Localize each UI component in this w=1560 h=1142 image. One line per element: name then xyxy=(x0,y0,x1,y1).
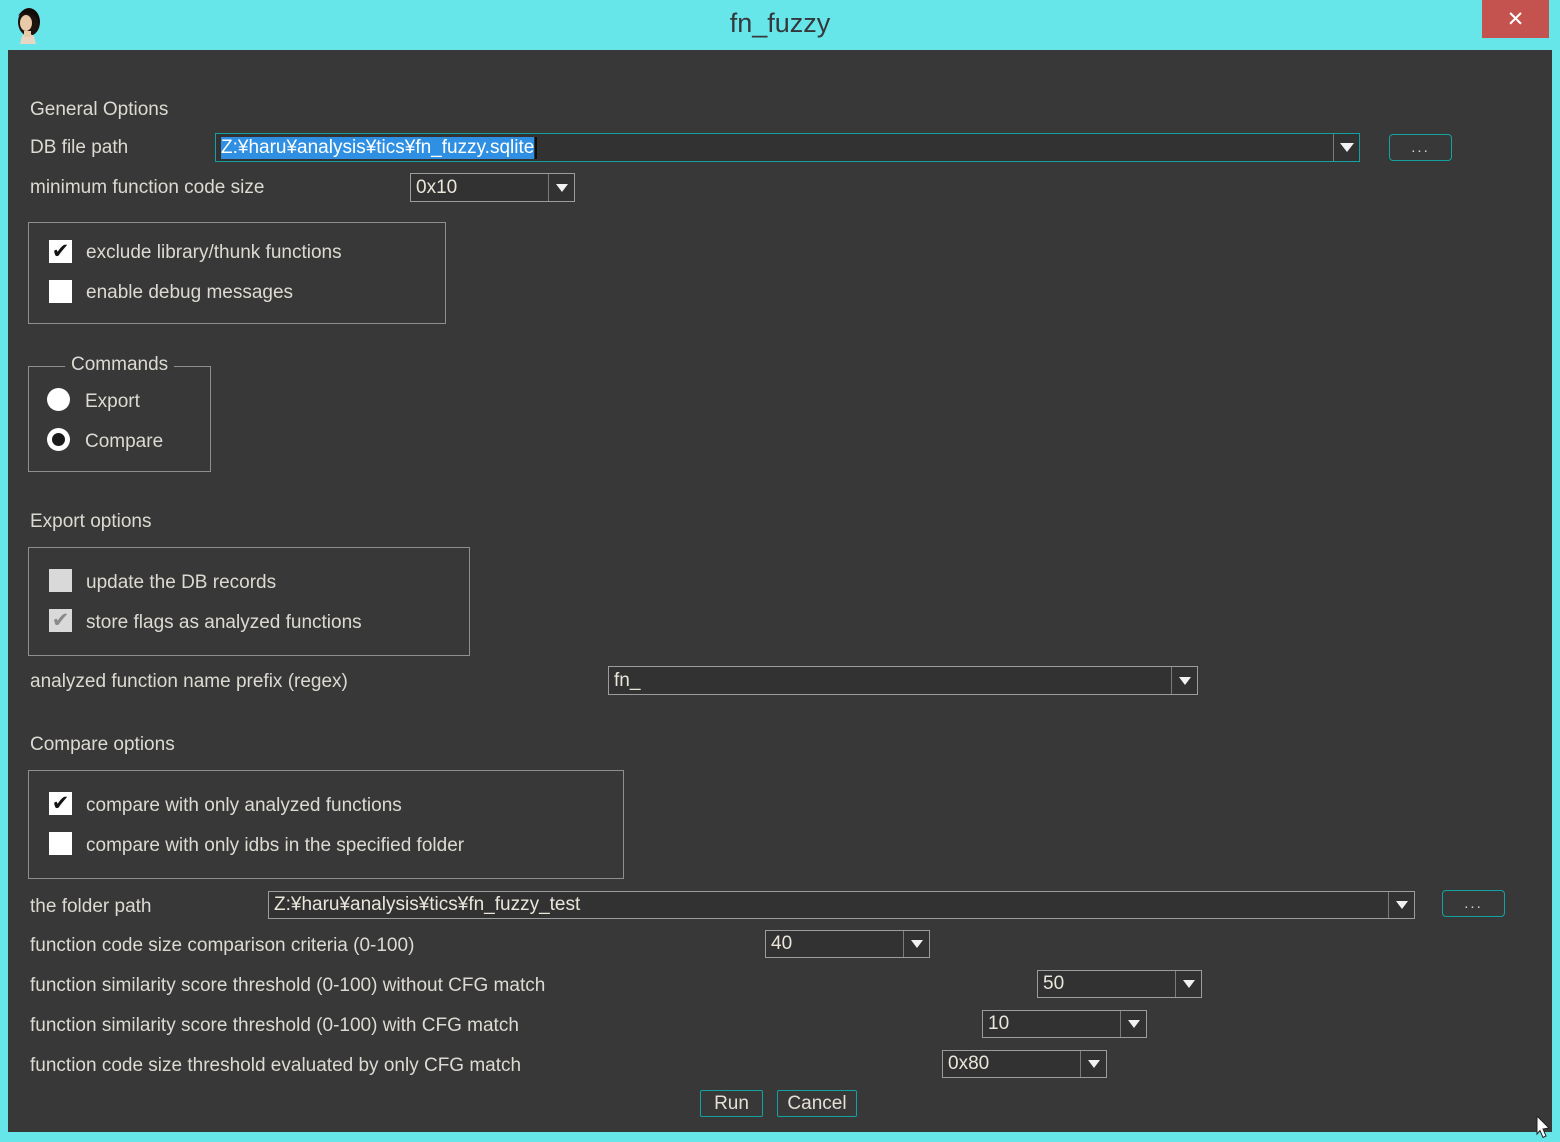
sim-threshold-without-cfg-value[interactable]: 50 xyxy=(1038,971,1175,997)
section-general-options: General Options xyxy=(30,98,168,122)
run-button[interactable]: Run xyxy=(700,1090,763,1117)
only-analyzed-label[interactable]: compare with only analyzed functions xyxy=(86,794,402,818)
text-caret xyxy=(535,137,537,159)
chevron-down-icon[interactable] xyxy=(1171,667,1197,694)
size-criteria-label: function code size comparison criteria (… xyxy=(30,934,414,958)
chevron-down-icon[interactable] xyxy=(1080,1051,1106,1077)
sim-threshold-without-cfg-label: function similarity score threshold (0-1… xyxy=(30,974,545,998)
only-idbs-label[interactable]: compare with only idbs in the specified … xyxy=(86,834,464,858)
store-flags-checkbox[interactable]: ✔ xyxy=(49,609,72,632)
folder-path-browse-button[interactable]: ... xyxy=(1442,890,1505,917)
sim-threshold-with-cfg-combobox[interactable]: 10 xyxy=(982,1010,1147,1038)
exclude-lib-label[interactable]: exclude library/thunk functions xyxy=(86,241,342,265)
folder-path-combobox[interactable]: Z:¥haru¥analysis¥tics¥fn_fuzzy_test xyxy=(268,891,1415,919)
min-func-code-size-combobox[interactable]: 0x10 xyxy=(410,173,575,202)
chevron-down-icon[interactable] xyxy=(1388,892,1414,918)
compare-radio[interactable] xyxy=(47,428,70,451)
mouse-cursor xyxy=(1536,1116,1554,1142)
folder-path-value[interactable]: Z:¥haru¥analysis¥tics¥fn_fuzzy_test xyxy=(269,892,1388,918)
section-export-options: Export options xyxy=(30,510,151,534)
chevron-down-icon[interactable] xyxy=(903,931,929,957)
chevron-down-icon[interactable] xyxy=(548,174,574,201)
cancel-button[interactable]: Cancel xyxy=(777,1090,857,1117)
close-button[interactable]: ✕ xyxy=(1482,0,1549,38)
titlebar: fn_fuzzy ✕ xyxy=(0,0,1560,50)
export-checkbox-group: update the DB records ✔ store flags as a… xyxy=(28,547,470,656)
update-db-checkbox[interactable] xyxy=(49,569,72,592)
enable-debug-label[interactable]: enable debug messages xyxy=(86,281,293,305)
radio-selected-dot xyxy=(52,433,65,446)
min-func-code-size-label: minimum function code size xyxy=(30,176,264,200)
code-size-threshold-cfg-label: function code size threshold evaluated b… xyxy=(30,1054,521,1078)
sim-threshold-without-cfg-combobox[interactable]: 50 xyxy=(1037,970,1202,998)
chevron-down-icon[interactable] xyxy=(1333,134,1359,161)
enable-debug-checkbox[interactable] xyxy=(49,280,72,303)
compare-checkbox-group: ✔ compare with only analyzed functions c… xyxy=(28,770,624,879)
dialog-body: General Options DB file path Z:¥haru¥ana… xyxy=(8,50,1552,1132)
db-file-path-value[interactable]: Z:¥haru¥analysis¥tics¥fn_fuzzy.sqlite xyxy=(216,134,1333,161)
export-radio[interactable] xyxy=(47,388,70,411)
min-func-code-size-value[interactable]: 0x10 xyxy=(411,174,548,201)
sim-threshold-with-cfg-value[interactable]: 10 xyxy=(983,1011,1120,1037)
commands-legend: Commands xyxy=(65,354,174,376)
chevron-down-icon[interactable] xyxy=(1120,1011,1146,1037)
exclude-lib-checkbox[interactable]: ✔ xyxy=(49,240,72,263)
db-file-path-combobox[interactable]: Z:¥haru¥analysis¥tics¥fn_fuzzy.sqlite xyxy=(215,133,1360,162)
only-idbs-checkbox[interactable] xyxy=(49,832,72,855)
window-title: fn_fuzzy xyxy=(0,8,1560,39)
compare-radio-label[interactable]: Compare xyxy=(85,430,163,454)
code-size-threshold-cfg-value[interactable]: 0x80 xyxy=(943,1051,1080,1077)
db-file-path-selected-text: Z:¥haru¥analysis¥tics¥fn_fuzzy.sqlite xyxy=(221,137,534,159)
chevron-down-icon[interactable] xyxy=(1175,971,1201,997)
general-checkbox-group: ✔ exclude library/thunk functions enable… xyxy=(28,222,446,324)
export-radio-label[interactable]: Export xyxy=(85,390,140,414)
only-analyzed-checkbox[interactable]: ✔ xyxy=(49,792,72,815)
sim-threshold-with-cfg-label: function similarity score threshold (0-1… xyxy=(30,1014,519,1038)
prefix-combobox[interactable]: fn_ xyxy=(608,666,1198,695)
update-db-label[interactable]: update the DB records xyxy=(86,571,276,595)
size-criteria-combobox[interactable]: 40 xyxy=(765,930,930,958)
prefix-label: analyzed function name prefix (regex) xyxy=(30,670,348,694)
code-size-threshold-cfg-combobox[interactable]: 0x80 xyxy=(942,1050,1107,1078)
folder-path-label: the folder path xyxy=(30,895,151,919)
db-file-path-label: DB file path xyxy=(30,136,128,160)
commands-group: Commands Export Compare xyxy=(28,366,211,472)
prefix-value[interactable]: fn_ xyxy=(609,667,1171,694)
size-criteria-value[interactable]: 40 xyxy=(766,931,903,957)
store-flags-label[interactable]: store flags as analyzed functions xyxy=(86,611,362,635)
section-compare-options: Compare options xyxy=(30,733,175,757)
db-file-path-browse-button[interactable]: ... xyxy=(1389,134,1452,161)
